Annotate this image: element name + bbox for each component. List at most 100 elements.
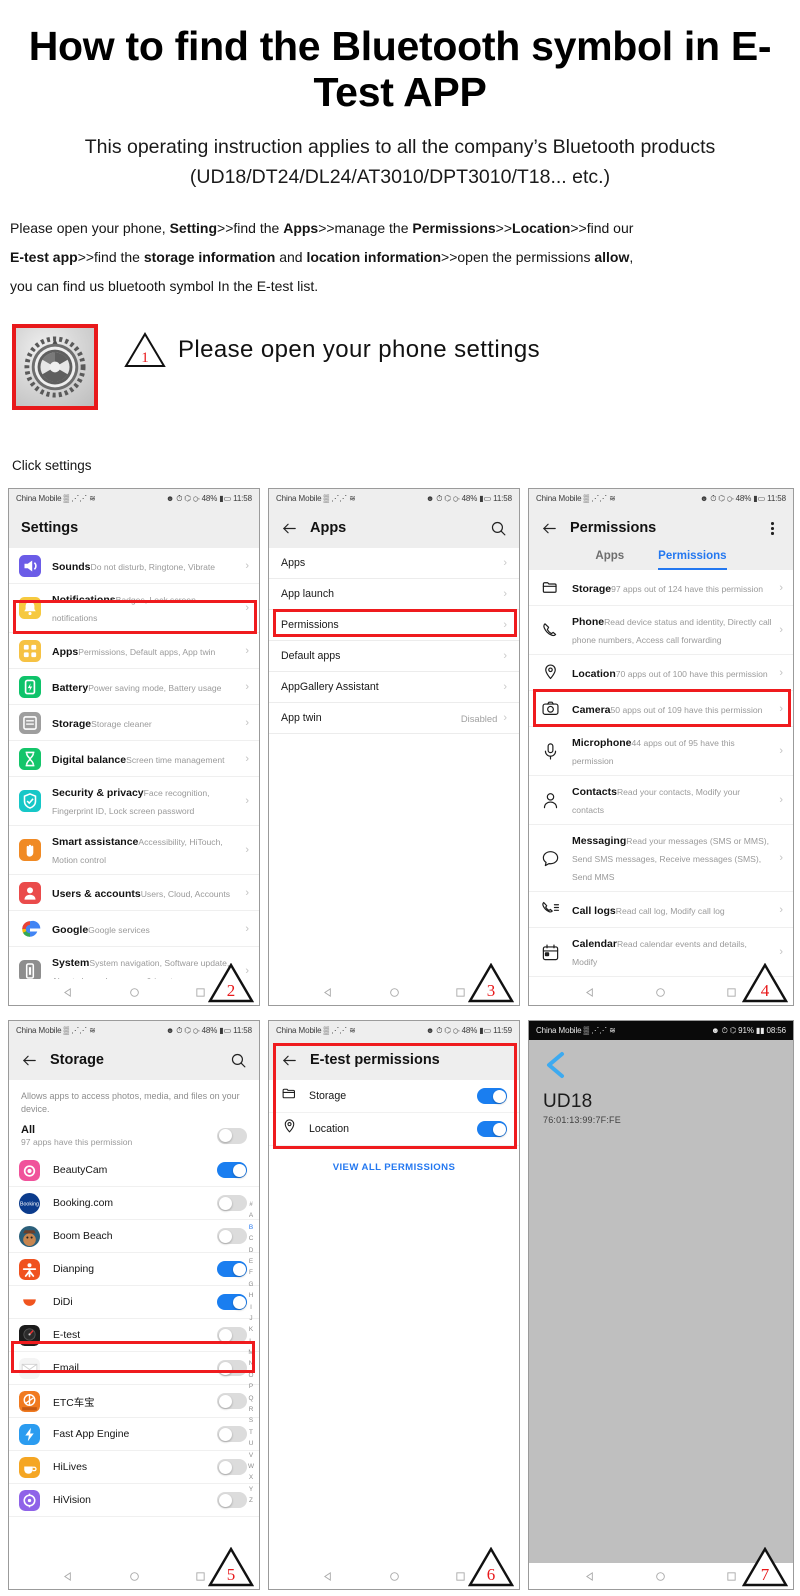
alphabet-index-letter[interactable]: J — [249, 1313, 252, 1324]
app-permission-row[interactable]: Fast App Engine — [9, 1418, 259, 1452]
back-arrow-icon[interactable] — [281, 520, 298, 537]
settings-row[interactable]: Security & privacyFace recognition, Fing… — [9, 777, 259, 826]
home-icon[interactable] — [389, 987, 400, 998]
etest-permission-toggle[interactable] — [477, 1121, 507, 1137]
alphabet-index-letter[interactable]: Z — [249, 1495, 253, 1506]
app-permission-row[interactable]: BeautyCam — [9, 1154, 259, 1188]
apps-row[interactable]: Default apps › — [269, 641, 519, 672]
app-permission-toggle[interactable] — [217, 1360, 247, 1377]
search-icon[interactable] — [230, 1052, 247, 1069]
search-icon[interactable] — [490, 520, 507, 537]
app-permission-toggle[interactable] — [217, 1261, 247, 1278]
apps-row[interactable]: Permissions › — [269, 610, 519, 641]
recents-icon[interactable] — [195, 1571, 206, 1582]
alphabet-index-letter[interactable]: U — [249, 1438, 254, 1449]
back-icon[interactable] — [63, 1571, 74, 1582]
permission-row[interactable]: PhoneRead device status and identity, Di… — [529, 606, 793, 655]
settings-row[interactable]: StorageStorage cleaner › — [9, 705, 259, 741]
alphabet-index-letter[interactable]: L — [249, 1336, 253, 1347]
back-arrow-icon[interactable] — [281, 1052, 298, 1069]
permissions-tab[interactable]: Apps — [595, 550, 624, 570]
alphabet-index-letter[interactable]: S — [249, 1415, 253, 1426]
all-apps-row[interactable]: All 97 apps have this permission — [9, 1119, 259, 1154]
alphabet-index-letter[interactable]: R — [249, 1404, 254, 1415]
alphabet-index-letter[interactable]: V — [249, 1450, 253, 1461]
app-permission-row[interactable]: Email — [9, 1352, 259, 1386]
app-permission-toggle[interactable] — [217, 1426, 247, 1443]
home-icon[interactable] — [389, 1571, 400, 1582]
app-permission-row[interactable]: Boom Beach — [9, 1220, 259, 1254]
back-icon[interactable] — [63, 987, 74, 998]
alphabet-index-letter[interactable]: W — [248, 1461, 254, 1472]
recents-icon[interactable] — [455, 987, 466, 998]
permission-row[interactable]: Storage97 apps out of 124 have this perm… — [529, 570, 793, 606]
alphabet-index-letter[interactable]: K — [249, 1324, 253, 1335]
app-permission-row[interactable]: HiVision — [9, 1484, 259, 1518]
app-permission-toggle[interactable] — [217, 1162, 247, 1179]
alphabet-index-letter[interactable]: Q — [249, 1393, 254, 1404]
alphabet-index[interactable]: # A B C D E F G H I J K L M N O P Q R S T U V W X Y Z — [245, 1199, 257, 1507]
settings-row[interactable]: AppsPermissions, Default apps, App twin › — [9, 633, 259, 669]
home-icon[interactable] — [129, 1571, 140, 1582]
etest-permission-row[interactable]: Location — [269, 1113, 519, 1146]
settings-row[interactable]: NotificationsBadges, Lock screen notific… — [9, 584, 259, 633]
app-permission-toggle[interactable] — [217, 1393, 247, 1410]
permission-row[interactable]: MessagingRead your messages (SMS or MMS)… — [529, 825, 793, 892]
alphabet-index-letter[interactable]: N — [249, 1358, 254, 1369]
back-icon[interactable] — [585, 987, 596, 998]
app-permission-row[interactable]: E-test — [9, 1319, 259, 1353]
alphabet-index-letter[interactable]: E — [249, 1256, 253, 1267]
all-toggle[interactable] — [217, 1127, 247, 1144]
app-permission-row[interactable]: DiDi — [9, 1286, 259, 1320]
app-permission-row[interactable]: ETC车宝 — [9, 1385, 259, 1419]
permission-row[interactable]: Microphone44 apps out of 95 have this pe… — [529, 727, 793, 776]
apps-row[interactable]: App twin Disabled › — [269, 703, 519, 734]
settings-row[interactable]: Users & accountsUsers, Cloud, Accounts › — [9, 875, 259, 911]
settings-row[interactable]: Digital balanceScreen time management › — [9, 741, 259, 777]
back-icon[interactable] — [585, 1571, 596, 1582]
alphabet-index-letter[interactable]: O — [249, 1370, 254, 1381]
apps-row[interactable]: Apps › — [269, 548, 519, 579]
back-icon[interactable] — [323, 1571, 334, 1582]
settings-row[interactable]: Smart assistanceAccessibility, HiTouch, … — [9, 826, 259, 875]
permissions-tab[interactable]: Permissions — [658, 550, 727, 570]
app-permission-toggle[interactable] — [217, 1294, 247, 1311]
recents-icon[interactable] — [726, 1571, 737, 1582]
recents-icon[interactable] — [195, 987, 206, 998]
back-arrow-icon[interactable] — [21, 1052, 38, 1069]
alphabet-index-letter[interactable]: C — [249, 1233, 254, 1244]
app-permission-toggle[interactable] — [217, 1459, 247, 1476]
app-permission-row[interactable]: Dianping — [9, 1253, 259, 1287]
alphabet-index-letter[interactable]: D — [249, 1245, 254, 1256]
settings-app-icon-highlight[interactable] — [12, 324, 98, 411]
alphabet-index-letter[interactable]: G — [249, 1279, 254, 1290]
home-icon[interactable] — [655, 1571, 666, 1582]
app-permission-toggle[interactable] — [217, 1492, 247, 1509]
permission-row[interactable]: Camera50 apps out of 109 have this permi… — [529, 691, 793, 727]
view-all-permissions-link[interactable]: VIEW ALL PERMISSIONS — [269, 1146, 519, 1173]
alphabet-index-letter[interactable]: I — [250, 1302, 252, 1313]
app-permission-toggle[interactable] — [217, 1195, 247, 1212]
alphabet-index-letter[interactable]: P — [249, 1381, 253, 1392]
back-chevron-icon[interactable] — [529, 1040, 793, 1085]
alphabet-index-letter[interactable]: M — [248, 1347, 253, 1358]
alphabet-index-letter[interactable]: T — [249, 1427, 253, 1438]
permission-row[interactable]: Call logsRead call log, Modify call log › — [529, 892, 793, 928]
alphabet-index-letter[interactable]: F — [249, 1267, 253, 1278]
alphabet-index-letter[interactable]: B — [249, 1222, 253, 1233]
alphabet-index-letter[interactable]: A — [249, 1210, 253, 1221]
home-icon[interactable] — [655, 987, 666, 998]
etest-permission-row[interactable]: Storage — [269, 1080, 519, 1113]
back-arrow-icon[interactable] — [541, 520, 558, 537]
app-permission-toggle[interactable] — [217, 1327, 247, 1344]
app-permission-row[interactable]: Booking Booking.com — [9, 1187, 259, 1221]
app-permission-row[interactable]: HiLives — [9, 1451, 259, 1485]
apps-row[interactable]: AppGallery Assistant › — [269, 672, 519, 703]
alphabet-index-letter[interactable]: X — [249, 1472, 253, 1483]
settings-row[interactable]: BatteryPower saving mode, Battery usage › — [9, 669, 259, 705]
permission-row[interactable]: Location70 apps out of 100 have this per… — [529, 655, 793, 691]
settings-row[interactable]: GoogleGoogle services › — [9, 911, 259, 947]
home-icon[interactable] — [129, 987, 140, 998]
etest-permission-toggle[interactable] — [477, 1088, 507, 1104]
apps-row[interactable]: App launch › — [269, 579, 519, 610]
